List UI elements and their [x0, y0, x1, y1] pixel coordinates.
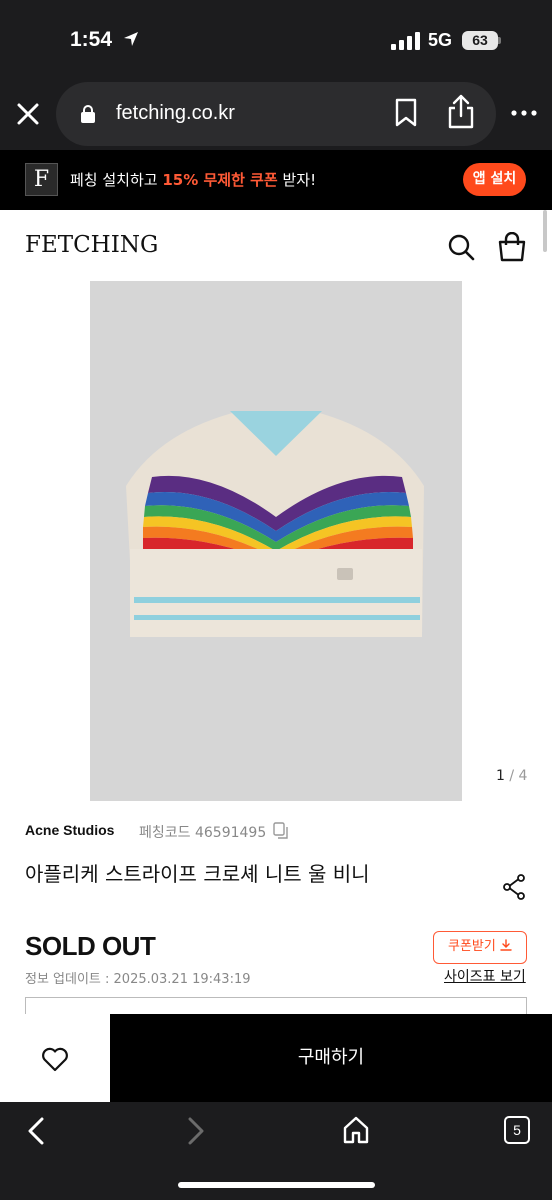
info-updated: 정보 업데이트 : 2025.03.21 19:43:19 — [25, 972, 251, 987]
beanie-illustration — [126, 411, 424, 637]
bookmark-icon[interactable] — [394, 98, 418, 128]
share-icon[interactable] — [446, 94, 476, 130]
more-icon[interactable] — [510, 108, 538, 118]
product-code: 페칭코드 46591495 — [139, 825, 267, 841]
buy-button[interactable]: 구매하기 — [110, 1014, 552, 1102]
screen: 1:54 5G 63 fetching.co.kr F 페칭 설치하고 15% … — [0, 0, 552, 1200]
product-status: SOLD OUT — [25, 931, 156, 961]
download-icon — [500, 939, 512, 951]
heart-icon — [42, 1047, 68, 1072]
shopping-bag-icon[interactable] — [498, 232, 526, 262]
image-counter-current: 1 — [496, 768, 505, 784]
page-scrollbar[interactable] — [543, 210, 547, 252]
site-logo[interactable]: FETCHING — [25, 232, 158, 258]
image-counter-total: 4 — [518, 768, 528, 784]
copy-icon[interactable] — [273, 822, 289, 840]
browser-address-bar: fetching.co.kr — [0, 78, 552, 150]
coupon-button[interactable]: 쿠폰받기 — [433, 931, 527, 964]
signal-icon — [391, 32, 420, 50]
image-counter: 1 / 4 — [496, 768, 527, 784]
browser-toolbar: 5 — [0, 1102, 552, 1200]
size-chart-link[interactable]: 사이즈표 보기 — [444, 966, 526, 986]
battery-level: 63 — [462, 31, 498, 50]
product-image[interactable] — [90, 281, 462, 801]
home-icon[interactable] — [343, 1116, 369, 1144]
search-icon[interactable] — [447, 233, 475, 261]
fetching-app-logo: F — [25, 163, 58, 196]
battery-tip — [498, 37, 501, 44]
back-icon[interactable] — [24, 1116, 48, 1146]
lock-icon — [81, 105, 95, 123]
status-bar: 1:54 5G 63 — [0, 0, 552, 78]
status-time: 1:54 — [70, 28, 113, 51]
network-type: 5G — [428, 30, 453, 50]
promo-text-before: 페칭 설치하고 — [70, 171, 163, 189]
app-install-button[interactable]: 앱 설치 — [463, 163, 526, 196]
product-title: 아플리케 스트라이프 크로셰 니트 울 비니 — [25, 862, 370, 886]
promo-highlight: 15% 무제한 쿠폰 — [162, 171, 278, 189]
app-install-banner: F 페칭 설치하고 15% 무제한 쿠폰 받자! 앱 설치 — [0, 150, 552, 210]
image-counter-separator: / — [504, 768, 519, 784]
coupon-label: 쿠폰받기 — [448, 939, 496, 954]
close-icon[interactable] — [14, 100, 42, 128]
wishlist-button[interactable] — [0, 1014, 110, 1102]
promo-text-after: 받자! — [277, 171, 317, 189]
promo-text: 페칭 설치하고 15% 무제한 쿠폰 받자! — [70, 169, 316, 190]
url-text[interactable]: fetching.co.kr — [116, 102, 235, 125]
location-arrow-icon — [124, 32, 138, 46]
home-indicator — [178, 1182, 375, 1188]
forward-icon[interactable] — [184, 1116, 208, 1146]
tabs-button[interactable]: 5 — [504, 1116, 530, 1144]
product-brand[interactable]: Acne Studios — [25, 822, 114, 838]
share-nodes-icon[interactable] — [502, 874, 526, 900]
